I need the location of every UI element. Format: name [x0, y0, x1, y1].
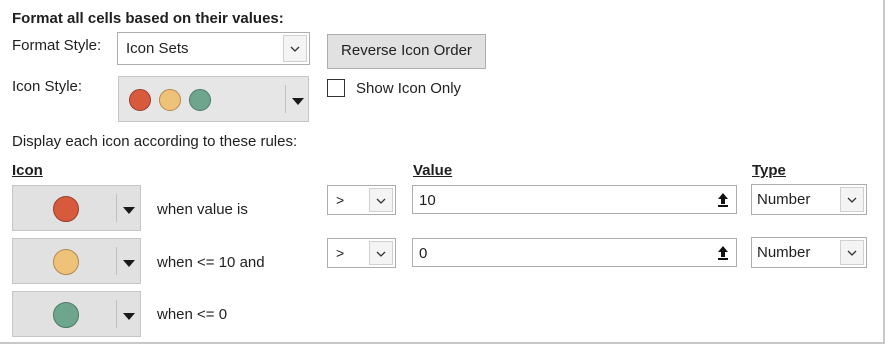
- rule-2-value-input[interactable]: 0: [412, 238, 737, 267]
- dropdown-arrow-icon: [123, 207, 135, 214]
- format-style-select[interactable]: Icon Sets: [117, 32, 310, 65]
- icon-style-dropdown[interactable]: [285, 85, 308, 113]
- rule-1-type-select[interactable]: Number: [751, 184, 867, 215]
- rule-1-text: when value is: [157, 201, 248, 218]
- dropdown-arrow-icon: [123, 260, 135, 267]
- rule-1-icon-select[interactable]: [12, 185, 141, 231]
- rule-2-operator-select[interactable]: >: [327, 238, 396, 268]
- arrow-up-icon: [718, 193, 728, 207]
- rule-3-text: when <= 0: [157, 306, 228, 323]
- rule-1-icon-dropdown[interactable]: [116, 194, 139, 222]
- rule-3-icon-dropdown[interactable]: [116, 300, 139, 328]
- rule-2-type-select[interactable]: Number: [751, 237, 867, 268]
- rule-1-value-input[interactable]: 10: [412, 185, 737, 214]
- reverse-icon-order-button[interactable]: Reverse Icon Order: [327, 34, 486, 69]
- format-style-label: Format Style:: [12, 37, 102, 54]
- rule-1-type-value: Number: [757, 191, 811, 208]
- dropdown-arrow-icon: [123, 313, 135, 320]
- type-column-header: Type: [752, 162, 786, 179]
- section-title: Format all cells based on their values:: [12, 10, 284, 27]
- rule-2-icon-select[interactable]: [12, 238, 141, 284]
- yellow-circle-icon: [53, 249, 79, 275]
- green-circle-icon: [53, 302, 79, 328]
- rule-2-operator-value: >: [336, 245, 345, 261]
- icon-column-header: Icon: [12, 162, 43, 179]
- rule-2-text: when <= 10 and: [157, 254, 265, 271]
- rule-1-operator-select[interactable]: >: [327, 185, 396, 215]
- show-icon-only-label: Show Icon Only: [356, 80, 462, 97]
- chevron-down-icon[interactable]: [369, 188, 393, 212]
- icon-style-select[interactable]: [118, 76, 309, 122]
- chevron-down-icon[interactable]: [840, 240, 864, 265]
- icon-style-label: Icon Style:: [12, 78, 83, 95]
- rule-1-operator-value: >: [336, 192, 345, 208]
- chevron-down-icon[interactable]: [369, 241, 393, 265]
- format-style-value: Icon Sets: [126, 40, 189, 57]
- rule-2-icon-dropdown[interactable]: [116, 247, 139, 275]
- rule-2-value: 0: [419, 245, 428, 262]
- yellow-circle-icon: [159, 89, 181, 111]
- rule-3-icon-select[interactable]: [12, 291, 141, 337]
- red-circle-icon: [129, 89, 151, 111]
- rules-caption: Display each icon according to these rul…: [12, 133, 298, 150]
- arrow-up-icon: [718, 246, 728, 260]
- chevron-down-icon[interactable]: [840, 187, 864, 212]
- rule-2-cell-reference-button[interactable]: [711, 240, 735, 265]
- rule-1-cell-reference-button[interactable]: [711, 187, 735, 212]
- green-circle-icon: [189, 89, 211, 111]
- rule-2-type-value: Number: [757, 244, 811, 261]
- chevron-down-icon[interactable]: [283, 35, 307, 62]
- dropdown-arrow-icon: [292, 98, 304, 105]
- value-column-header: Value: [413, 162, 453, 179]
- rule-1-value: 10: [419, 192, 436, 209]
- red-circle-icon: [53, 196, 79, 222]
- show-icon-only-checkbox[interactable]: [327, 79, 345, 97]
